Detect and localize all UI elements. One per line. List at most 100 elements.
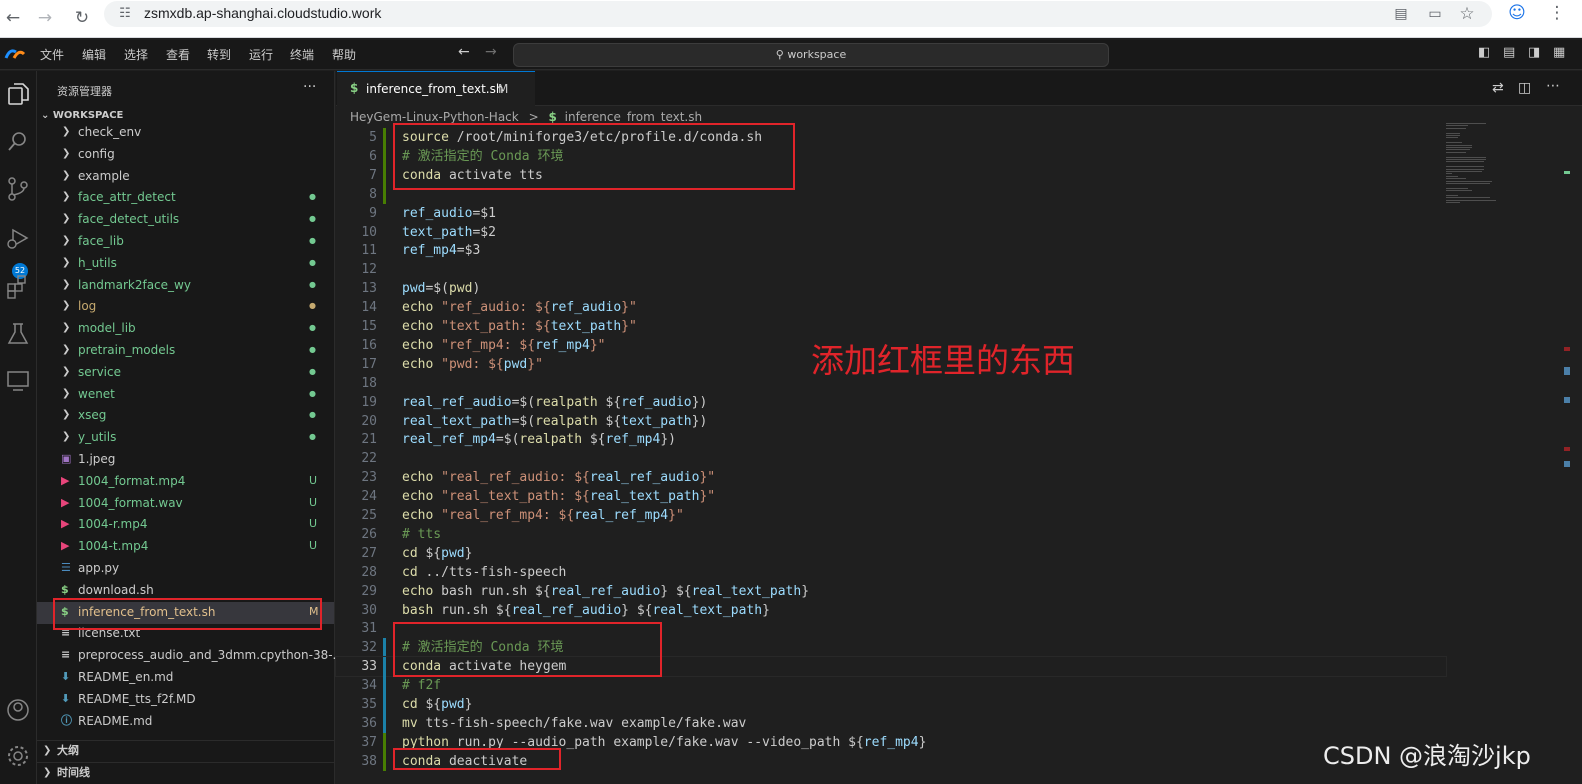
tree-folder[interactable]: ❯ pretrain_models ● — [37, 340, 334, 362]
tree-folder[interactable]: ❯ y_utils ● — [37, 427, 334, 449]
code-line[interactable]: 14 echo "ref_audio: ${ref_audio}" — [336, 298, 1446, 317]
site-info-icon[interactable]: ☷ — [112, 1, 138, 27]
code-line[interactable]: 21 real_ref_mp4=$(realpath ${ref_mp4}) — [336, 430, 1446, 449]
menu-view[interactable]: 查看 — [166, 46, 190, 63]
code-line[interactable]: 31 — [336, 619, 1446, 638]
split-editor-icon[interactable]: ◫ — [1518, 80, 1531, 96]
code-line[interactable]: 9 ref_audio=$1 — [336, 204, 1446, 223]
nav-forward-icon[interactable]: → — [485, 44, 497, 60]
tree-folder[interactable]: ❯ xseg ● — [37, 405, 334, 427]
menu-terminal[interactable]: 终端 — [290, 46, 314, 63]
tree-file[interactable]: ▣ 1.jpeg — [37, 449, 334, 471]
editor-more-icon[interactable]: ⋯ — [1546, 78, 1560, 94]
reload-icon[interactable]: ↻ — [69, 5, 95, 31]
code-line[interactable]: 20 real_text_path=$(realpath ${text_path}… — [336, 412, 1446, 431]
menu-go[interactable]: 转到 — [207, 46, 231, 63]
run-debug-icon[interactable] — [3, 223, 33, 253]
outline-section[interactable]: ❯ 大纲 — [37, 740, 334, 762]
account-icon[interactable] — [3, 695, 33, 725]
customize-layout-icon[interactable]: ▦ — [1553, 45, 1565, 60]
code-line[interactable]: 28 cd ../tts-fish-speech — [336, 563, 1446, 582]
menu-run[interactable]: 运行 — [249, 46, 273, 63]
tree-folder[interactable]: ❯ check_env — [37, 122, 334, 144]
tree-file[interactable]: $ inference_from_text.sh M — [37, 601, 334, 624]
tree-file[interactable]: ☰ app.py — [37, 558, 334, 580]
address-bar[interactable]: ☷ zsmxdb.ap-shanghai.cloudstudio.work ☆ … — [104, 1, 1492, 27]
code-line[interactable]: 13 pwd=$(pwd) — [336, 279, 1446, 298]
tree-folder[interactable]: ❯ config — [37, 144, 334, 166]
timeline-section[interactable]: ❯ 时间线 — [37, 762, 334, 784]
code-line[interactable]: 8 — [336, 184, 1446, 204]
explorer-icon[interactable] — [3, 79, 33, 109]
tree-file[interactable]: ≡ preprocess_audio_and_3dmm.cpython-38-..… — [37, 645, 344, 667]
toggle-panel-icon[interactable]: ▤ — [1503, 45, 1515, 60]
toggle-sidebar-icon[interactable]: ◧ — [1478, 45, 1490, 60]
code-line[interactable]: 10 text_path=$2 — [336, 223, 1446, 242]
tree-folder[interactable]: ❯ example — [37, 166, 334, 188]
testing-flask-icon[interactable] — [3, 319, 33, 349]
code-line[interactable]: 11 ref_mp4=$3 — [336, 241, 1446, 260]
code-line[interactable]: 5 source /root/miniforge3/etc/profile.d/c… — [336, 128, 1446, 147]
tree-folder[interactable]: ❯ service ● — [37, 362, 334, 384]
remote-explorer-icon[interactable] — [3, 365, 33, 395]
menu-file[interactable]: 文件 — [40, 46, 64, 63]
tree-file[interactable]: ▶ 1004-r.mp4 U — [37, 514, 334, 536]
code-line[interactable]: 26 # tts — [336, 525, 1446, 544]
tree-file[interactable]: ▶ 1004_format.wav U — [37, 493, 334, 515]
command-center[interactable]: ⚲ workspace — [513, 43, 1109, 67]
extensions-icon[interactable] — [3, 271, 33, 301]
open-changes-icon[interactable]: ⇄ — [1492, 80, 1504, 96]
search-icon[interactable] — [3, 127, 33, 157]
code-line[interactable]: 24 echo "real_text_path: ${real_text_path… — [336, 487, 1446, 506]
tree-folder[interactable]: ❯ log ● — [37, 296, 334, 318]
code-line[interactable]: 38 conda deactivate — [336, 751, 1446, 771]
workspace-section-header[interactable]: ⌄ WORKSPACE — [41, 110, 123, 121]
tree-file[interactable]: ▶ 1004_format.mp4 U — [37, 471, 334, 493]
minimap[interactable] — [1444, 119, 1570, 784]
tree-file[interactable]: ≡ license.txt — [37, 623, 334, 645]
profile-icon[interactable]: ☺ — [1504, 0, 1530, 26]
toggle-secondary-sidebar-icon[interactable]: ◨ — [1528, 45, 1540, 60]
tab-inference-from-text[interactable]: $ inference_from_text.sh M — [337, 71, 535, 106]
explorer-more-actions[interactable]: ··· — [303, 79, 316, 95]
code-line[interactable]: 30 bash run.sh ${real_ref_audio} ${real_t… — [336, 601, 1446, 620]
code-line[interactable]: 29 echo bash run.sh ${real_ref_audio} ${r… — [336, 582, 1446, 601]
code-line[interactable]: 33 conda activate heygem — [335, 656, 1447, 678]
manage-gear-icon[interactable] — [3, 741, 33, 771]
source-control-icon[interactable] — [3, 174, 33, 204]
tree-folder[interactable]: ❯ face_lib ● — [37, 231, 334, 253]
tree-folder[interactable]: ❯ h_utils ● — [37, 253, 334, 275]
forward-icon[interactable]: → — [32, 5, 58, 31]
code-line[interactable]: 6 # 激活指定的 Conda 环境 — [336, 146, 1446, 166]
back-icon[interactable]: ← — [0, 5, 26, 31]
breadcrumb-file[interactable]: inference_from_text.sh — [565, 110, 702, 124]
editor-scrollbar[interactable] — [1562, 119, 1580, 784]
code-line[interactable]: 7 conda activate tts — [336, 165, 1446, 185]
tree-folder[interactable]: ❯ model_lib ● — [37, 318, 334, 340]
code-line[interactable]: 23 echo "real_ref_audio: ${real_ref_audio… — [336, 468, 1446, 487]
code-line[interactable]: 37 python run.py --audio_path example/fak… — [336, 732, 1446, 752]
tree-folder[interactable]: ❯ face_attr_detect ● — [37, 187, 334, 209]
code-line[interactable]: 19 real_ref_audio=$(realpath ${ref_audio}… — [336, 393, 1446, 412]
code-line[interactable]: 32 # 激活指定的 Conda 环境 — [336, 638, 1446, 658]
code-line[interactable]: 25 echo "real_ref_mp4: ${real_ref_mp4}" — [336, 506, 1446, 525]
menu-edit[interactable]: 编辑 — [82, 46, 106, 63]
nav-back-icon[interactable]: ← — [458, 44, 470, 60]
code-line[interactable]: 12 — [336, 260, 1446, 279]
tree-file[interactable]: ⓘ README.md — [37, 711, 334, 733]
breadcrumb-folder[interactable]: HeyGem-Linux-Python-Hack — [350, 110, 519, 124]
code-line[interactable]: 22 — [336, 449, 1446, 468]
menu-selection[interactable]: 选择 — [124, 46, 148, 63]
tree-file[interactable]: ⬇ README_en.md — [37, 667, 334, 689]
tree-folder[interactable]: ❯ wenet ● — [37, 384, 334, 406]
tree-folder[interactable]: ❯ face_detect_utils ● — [37, 209, 334, 231]
tree-file[interactable]: ▶ 1004-t.mp4 U — [37, 536, 334, 558]
tree-folder[interactable]: ❯ landmark2face_wy ● — [37, 275, 334, 297]
code-line[interactable]: 27 cd ${pwd} — [336, 544, 1446, 563]
browser-menu-icon[interactable]: ⋮ — [1544, 0, 1570, 26]
bookmark-star-icon[interactable]: ☆ — [1454, 1, 1480, 27]
tree-file[interactable]: $ download.sh — [37, 580, 334, 602]
tree-file[interactable]: ⬇ README_tts_f2f.MD — [37, 689, 334, 711]
install-app-icon[interactable]: ▭ — [1422, 1, 1448, 27]
page-sidepanel-icon[interactable]: ▤ — [1388, 1, 1414, 27]
